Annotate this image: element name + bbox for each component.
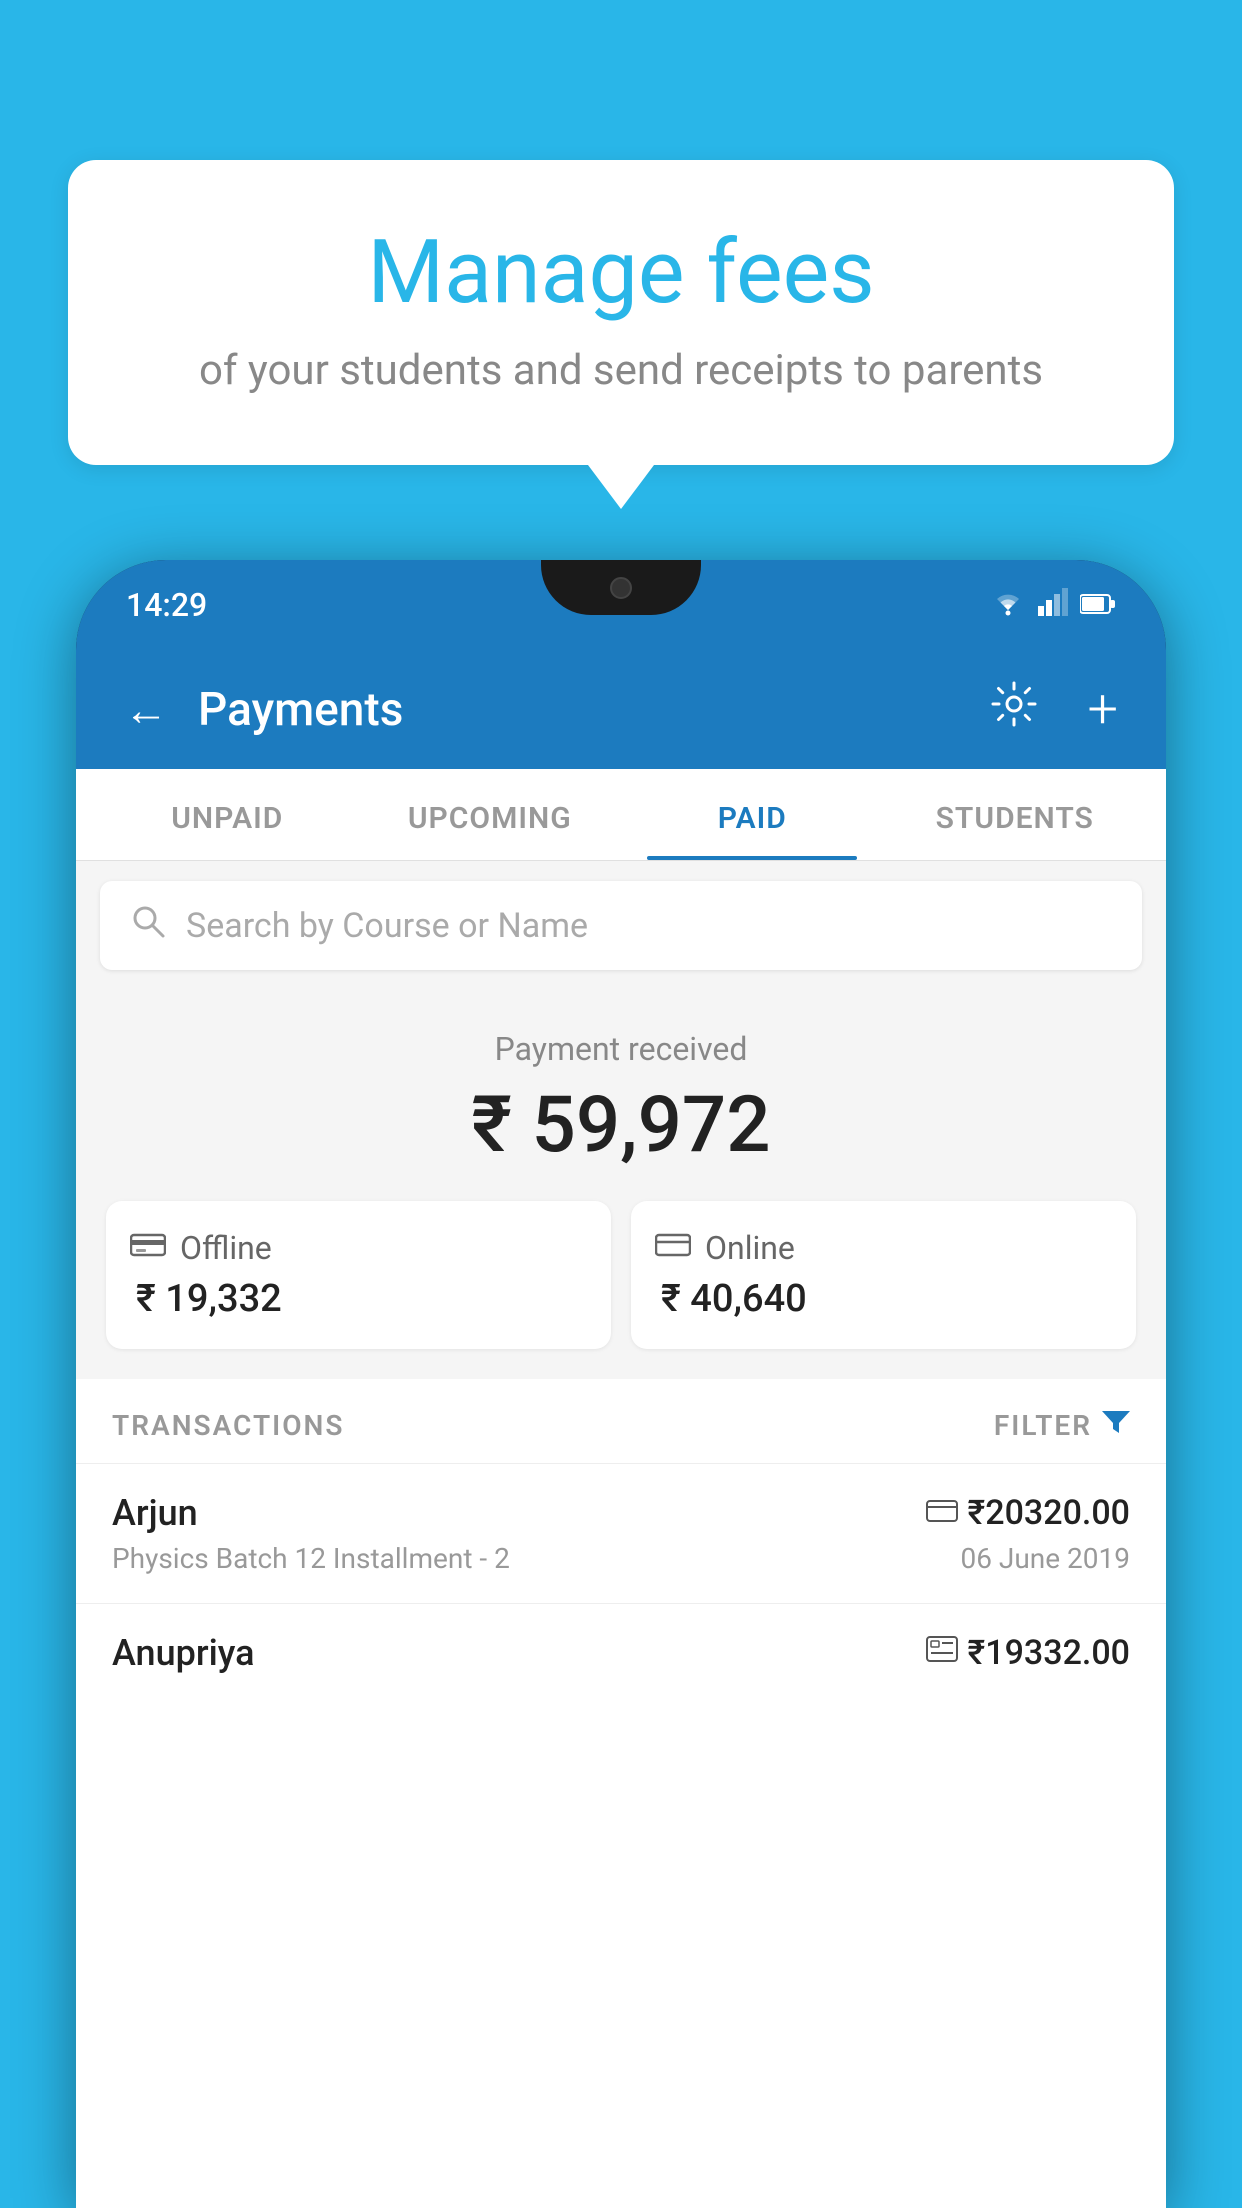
cash-icon	[926, 1635, 958, 1671]
payment-summary: Payment received ₹ 59,972 Offline	[76, 990, 1166, 1379]
offline-amount: ₹ 19,332	[130, 1277, 587, 1321]
transaction-date: 06 June 2019	[960, 1542, 1130, 1575]
tab-unpaid[interactable]: UNPAID	[96, 769, 359, 860]
online-type-label: Online	[705, 1229, 795, 1267]
online-payment-card: Online ₹ 40,640	[631, 1201, 1136, 1349]
app-content: ← Payments + UNPAID UPCOMING PAID STUDEN…	[76, 650, 1166, 2208]
back-button[interactable]: ←	[124, 684, 168, 736]
payment-cards: Offline ₹ 19,332 Online ₹ 4	[106, 1201, 1136, 1349]
search-input[interactable]: Search by Course or Name	[186, 906, 588, 946]
gear-icon[interactable]	[991, 681, 1037, 738]
tab-upcoming[interactable]: UPCOMING	[359, 769, 622, 860]
add-button[interactable]: +	[1087, 678, 1118, 741]
offline-card-header: Offline	[130, 1229, 587, 1267]
transaction-name: Anupriya	[112, 1632, 255, 1674]
battery-icon	[1080, 589, 1116, 622]
tab-students[interactable]: STUDENTS	[884, 769, 1147, 860]
search-container: Search by Course or Name	[76, 861, 1166, 990]
bubble-subtitle: of your students and send receipts to pa…	[148, 346, 1094, 395]
search-box[interactable]: Search by Course or Name	[100, 881, 1142, 970]
transaction-amount: ₹19332.00	[968, 1633, 1130, 1673]
transaction-top: Anupriya ₹19332.00	[112, 1632, 1130, 1674]
transaction-amount-wrap: ₹19332.00	[926, 1633, 1130, 1673]
speech-bubble-container: Manage fees of your students and send re…	[68, 160, 1174, 465]
status-icons	[990, 588, 1116, 623]
phone-notch	[541, 560, 701, 615]
wifi-icon	[990, 588, 1026, 623]
transaction-bottom: Physics Batch 12 Installment - 2 06 June…	[112, 1542, 1130, 1575]
payment-total-amount: ₹ 59,972	[106, 1080, 1136, 1171]
tabs-bar: UNPAID UPCOMING PAID STUDENTS	[76, 769, 1166, 861]
transaction-amount: ₹20320.00	[968, 1493, 1130, 1533]
status-time: 14:29	[126, 586, 207, 624]
offline-type-label: Offline	[180, 1229, 272, 1267]
tab-paid[interactable]: PAID	[621, 769, 884, 860]
online-amount: ₹ 40,640	[655, 1277, 1112, 1321]
phone-frame: 14:29	[76, 560, 1166, 2208]
payment-received-label: Payment received	[106, 1030, 1136, 1068]
header-title: Payments	[198, 683, 961, 737]
signal-icon	[1038, 588, 1068, 623]
filter-label: FILTER	[994, 1409, 1092, 1442]
table-row[interactable]: Anupriya ₹19332.00	[76, 1603, 1166, 1710]
phone-camera	[610, 577, 632, 599]
online-card-header: Online	[655, 1229, 1112, 1267]
transaction-amount-wrap: ₹20320.00	[926, 1493, 1130, 1533]
status-bar: 14:29	[76, 560, 1166, 650]
transaction-name: Arjun	[112, 1492, 198, 1534]
offline-icon	[130, 1229, 166, 1267]
offline-payment-card: Offline ₹ 19,332	[106, 1201, 611, 1349]
filter-button[interactable]: FILTER	[994, 1407, 1130, 1443]
online-icon	[655, 1229, 691, 1267]
transactions-header: TRANSACTIONS FILTER	[76, 1379, 1166, 1463]
transaction-course: Physics Batch 12 Installment - 2	[112, 1542, 510, 1575]
card-icon	[926, 1496, 958, 1531]
transactions-label: TRANSACTIONS	[112, 1409, 344, 1442]
transaction-top: Arjun ₹20320.00	[112, 1492, 1130, 1534]
table-row[interactable]: Arjun ₹20320.00 Physics Batch 12 Install…	[76, 1463, 1166, 1603]
bubble-title: Manage fees	[148, 220, 1094, 326]
search-icon	[130, 903, 166, 948]
app-header: ← Payments +	[76, 650, 1166, 769]
speech-bubble: Manage fees of your students and send re…	[68, 160, 1174, 465]
filter-icon	[1102, 1407, 1130, 1443]
